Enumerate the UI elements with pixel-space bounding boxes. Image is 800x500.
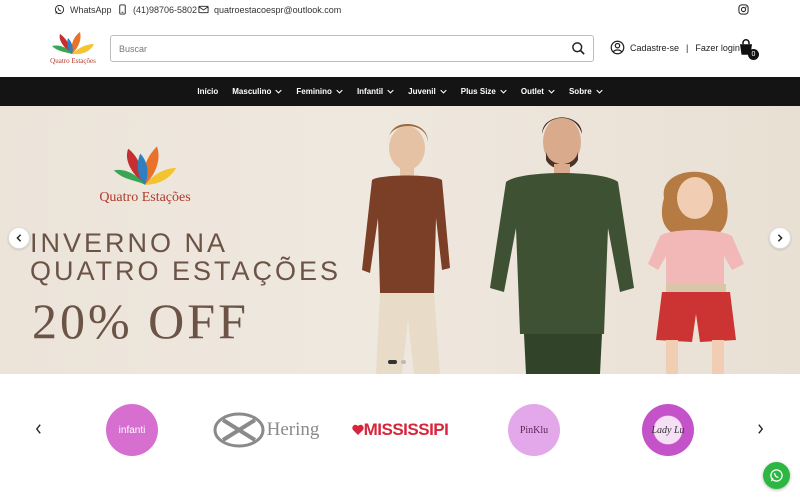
brand-carousel: infanti Hering MISSISSIPI PinKlu Lady Lu bbox=[0, 374, 800, 500]
search-input[interactable] bbox=[119, 36, 559, 61]
mail-icon bbox=[198, 5, 209, 14]
main-nav: Início Masculino Feminino Infantil Juven… bbox=[0, 77, 800, 106]
signup-link[interactable]: Cadastre-se bbox=[630, 43, 679, 53]
nav-item-label: Feminino bbox=[296, 87, 332, 96]
hero-next-button[interactable] bbox=[769, 227, 791, 249]
phone-number: (41)98706-5802 bbox=[133, 4, 198, 15]
search-icon[interactable] bbox=[571, 41, 586, 56]
pagination-dot[interactable] bbox=[401, 360, 406, 364]
chevron-down-icon bbox=[595, 89, 603, 94]
chevron-down-icon bbox=[500, 89, 507, 94]
logo-text: Quatro Estações bbox=[50, 57, 96, 65]
nav-item-masculino[interactable]: Masculino bbox=[232, 87, 283, 96]
email-address: quatroestacoespr@outlook.com bbox=[214, 4, 342, 15]
brand-pinklu[interactable]: PinKlu bbox=[508, 404, 560, 456]
brand-pinklu-logo: PinKlu bbox=[508, 404, 560, 456]
nav-item-label: Juvenil bbox=[408, 87, 436, 96]
chevron-left-icon bbox=[16, 234, 22, 242]
hero-logo bbox=[113, 146, 177, 185]
nav-item-juvenil[interactable]: Juvenil bbox=[408, 87, 447, 96]
nav-item-inicio[interactable]: Início bbox=[197, 87, 218, 96]
brand-mississipi-label: MISSISSIPI bbox=[363, 420, 449, 439]
chevron-down-icon bbox=[440, 89, 447, 94]
hero-banner[interactable]: Quatro Estações INVERNO NA QUATRO ESTAÇÕ… bbox=[0, 106, 800, 374]
nav-item-feminino[interactable]: Feminino bbox=[296, 87, 343, 96]
brand-mississipi[interactable]: MISSISSIPI bbox=[348, 404, 452, 456]
nav-item-label: Início bbox=[197, 87, 219, 96]
model-man-image bbox=[490, 117, 634, 374]
chevron-right-icon bbox=[777, 234, 783, 242]
user-icon[interactable] bbox=[610, 40, 625, 55]
chevron-down-icon bbox=[548, 89, 555, 94]
search-box bbox=[110, 35, 594, 62]
brand-infanti-logo: infanti bbox=[106, 404, 158, 456]
hero-pagination bbox=[388, 360, 406, 364]
hering-fish-icon bbox=[213, 412, 265, 448]
chevron-down-icon bbox=[275, 89, 283, 94]
brand-hering[interactable]: Hering bbox=[210, 404, 322, 456]
brand-lady-lu-logo: Lady Lu bbox=[642, 404, 694, 456]
top-contact-bar: WhatsApp (41)98706-5802 quatroestacoespr… bbox=[0, 0, 800, 22]
phone-contact[interactable]: (41)98706-5802 bbox=[117, 4, 197, 15]
heart-icon bbox=[351, 424, 364, 435]
cart-count-badge: 0 bbox=[748, 49, 759, 60]
whatsapp-contact[interactable]: WhatsApp bbox=[54, 4, 112, 15]
phone-icon bbox=[119, 4, 126, 15]
login-link[interactable]: Fazer login bbox=[695, 43, 740, 53]
hero-headline-2: QUATRO ESTAÇÕES bbox=[30, 256, 342, 286]
chevron-down-icon bbox=[336, 89, 343, 94]
nav-item-label: Infantil bbox=[356, 87, 384, 96]
nav-item-sobre[interactable]: Sobre bbox=[569, 87, 603, 96]
nav-item-infantil[interactable]: Infantil bbox=[357, 87, 394, 96]
chevron-left-icon[interactable] bbox=[34, 423, 43, 435]
pagination-dot-active[interactable] bbox=[388, 360, 397, 364]
email-contact[interactable]: quatroestacoespr@outlook.com bbox=[198, 4, 341, 15]
cart-button[interactable]: 0 bbox=[737, 39, 759, 61]
whatsapp-icon bbox=[770, 469, 783, 482]
hero-brand-name: Quatro Estações bbox=[99, 190, 191, 205]
model-girl-image bbox=[648, 171, 744, 374]
account-links: Cadastre-se | Fazer login bbox=[610, 40, 740, 55]
nav-item-label: Masculino bbox=[232, 87, 272, 96]
site-header: Quatro Estações Cadastre-se | Fazer logi… bbox=[0, 22, 800, 77]
chevron-right-icon[interactable] bbox=[756, 423, 765, 435]
whatsapp-icon bbox=[54, 4, 65, 15]
hero-headline-1: INVERNO NA bbox=[30, 228, 229, 258]
brand-lady-lu[interactable]: Lady Lu bbox=[642, 404, 694, 456]
nav-item-plus-size[interactable]: Plus Size bbox=[461, 87, 507, 96]
nav-item-label: Sobre bbox=[568, 87, 592, 96]
nav-item-label: Outlet bbox=[520, 87, 544, 96]
hero-prev-button[interactable] bbox=[8, 227, 30, 249]
whatsapp-float-button[interactable] bbox=[763, 462, 790, 489]
whatsapp-label: WhatsApp bbox=[70, 4, 112, 15]
brand-infanti[interactable]: infanti bbox=[106, 404, 158, 456]
nav-item-label: Plus Size bbox=[460, 87, 496, 96]
nav-item-outlet[interactable]: Outlet bbox=[521, 87, 555, 96]
hero-discount: 20% OFF bbox=[32, 293, 249, 349]
model-woman-image bbox=[362, 124, 450, 374]
instagram-icon[interactable] bbox=[738, 4, 749, 15]
link-separator: | bbox=[686, 42, 689, 53]
chevron-down-icon bbox=[387, 89, 394, 94]
brand-hering-label: Hering bbox=[266, 419, 320, 440]
